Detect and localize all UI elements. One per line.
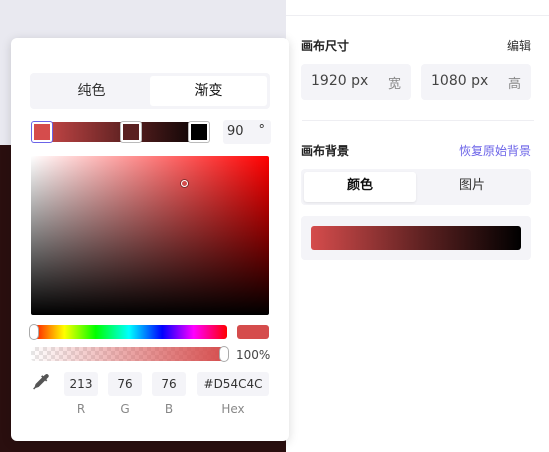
hue-slider-thumb[interactable]: [30, 325, 38, 339]
gradient-stop-end[interactable]: [189, 122, 209, 142]
saturation-value-area[interactable]: [31, 156, 269, 315]
height-unit: 高: [507, 77, 521, 92]
alpha-slider-thumb[interactable]: [220, 347, 228, 361]
angle-unit: °: [258, 123, 266, 138]
settings-panel: 画布尺寸 编辑 1920 px 宽 1080 px 高 画布背景 恢复原始背景 …: [286, 0, 549, 452]
height-field[interactable]: 1080 px 高: [421, 64, 531, 100]
height-value: 1080 px: [431, 73, 489, 89]
blue-input[interactable]: 76: [152, 372, 186, 396]
tab-solid[interactable]: 纯色: [33, 76, 150, 106]
tab-image[interactable]: 图片: [416, 172, 528, 202]
edit-size-link[interactable]: 编辑: [507, 37, 531, 54]
tab-color[interactable]: 颜色: [304, 172, 416, 202]
eyedropper-icon[interactable]: [31, 372, 51, 392]
sv-cursor[interactable]: [181, 180, 188, 187]
alpha-slider-fill: [31, 347, 227, 361]
tab-gradient[interactable]: 渐变: [150, 76, 267, 106]
picker-mode-tabs: 纯色 渐变: [30, 73, 270, 109]
gradient-angle-input[interactable]: 90 °: [223, 120, 271, 144]
gradient-stop-start[interactable]: [32, 122, 52, 142]
canvas-size-title: 画布尺寸: [301, 39, 350, 53]
hex-label: Hex: [221, 402, 245, 416]
red-input[interactable]: 213: [64, 372, 98, 396]
green-input[interactable]: 76: [108, 372, 142, 396]
gradient-stop-middle[interactable]: [121, 122, 141, 142]
width-value: 1920 px: [311, 73, 369, 89]
red-label: R: [76, 402, 86, 416]
alpha-value: 100%: [236, 348, 271, 362]
color-picker-popup: 纯色 渐变 90 ° 100% 213 76 76 #D54C4C R G B …: [11, 38, 289, 441]
panel-divider-top: [286, 15, 549, 16]
width-field[interactable]: 1920 px 宽: [301, 64, 411, 100]
green-label: G: [120, 402, 130, 416]
hue-slider[interactable]: [31, 325, 227, 339]
gradient-bar[interactable]: [32, 122, 208, 142]
hex-input[interactable]: #D54C4C: [197, 372, 269, 396]
restore-bg-link[interactable]: 恢复原始背景: [459, 142, 531, 159]
section-divider: [302, 120, 534, 121]
canvas-bg-title: 画布背景: [301, 144, 350, 158]
width-unit: 宽: [387, 77, 401, 92]
current-color-swatch: [237, 325, 269, 339]
bg-gradient-preview[interactable]: [311, 226, 521, 250]
blue-label: B: [164, 402, 174, 416]
bg-type-tabs: 颜色 图片: [301, 169, 531, 205]
bg-preview-container: [301, 216, 531, 260]
angle-value: 90: [227, 124, 244, 139]
